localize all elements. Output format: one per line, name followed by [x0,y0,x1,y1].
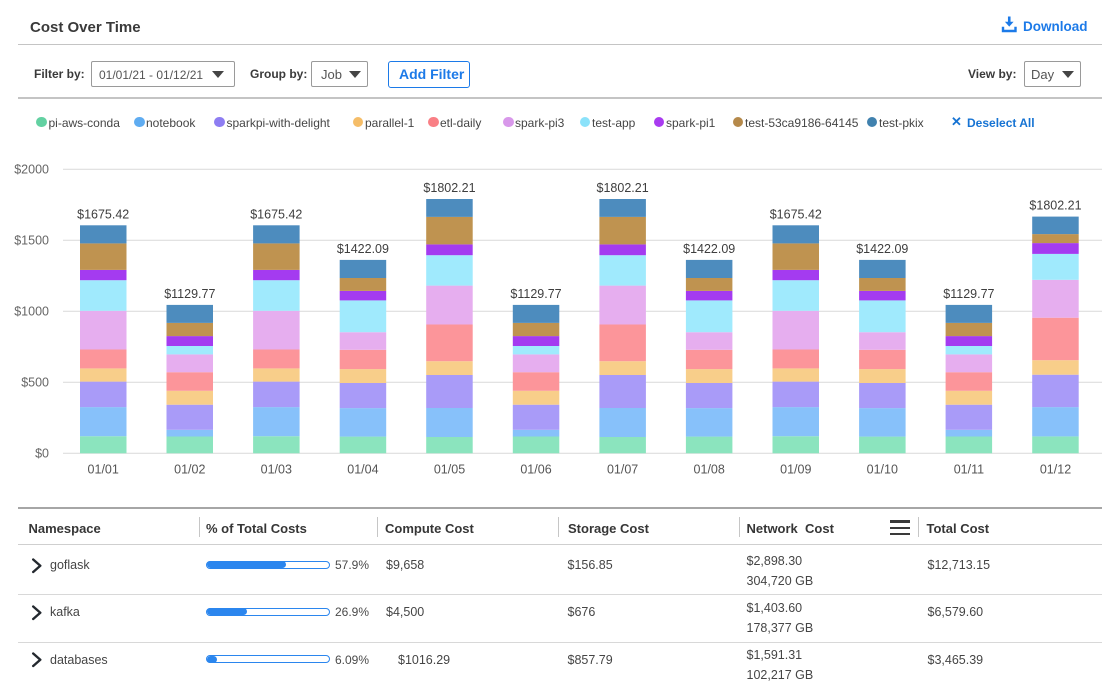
svg-text:01/07: 01/07 [607,463,638,477]
svg-text:$1129.77: $1129.77 [943,287,994,301]
svg-text:$1422.09: $1422.09 [856,242,908,256]
svg-text:$1802.21: $1802.21 [597,181,649,195]
svg-text:$1422.09: $1422.09 [683,242,735,256]
svg-text:$1000: $1000 [14,305,49,319]
svg-text:01/08: 01/08 [694,463,725,477]
svg-text:01/05: 01/05 [434,463,465,477]
svg-text:$2000: $2000 [14,162,49,176]
svg-text:$1802.21: $1802.21 [1029,199,1081,213]
svg-text:$1675.42: $1675.42 [770,207,822,221]
svg-text:$1500: $1500 [14,233,49,247]
svg-text:01/04: 01/04 [347,463,378,477]
svg-text:01/02: 01/02 [174,463,205,477]
svg-text:01/12: 01/12 [1040,463,1071,477]
svg-text:$1422.09: $1422.09 [337,242,389,256]
svg-text:$1802.21: $1802.21 [423,181,475,195]
svg-text:$1675.42: $1675.42 [250,207,302,221]
svg-text:01/09: 01/09 [780,463,811,477]
svg-text:01/11: 01/11 [954,463,984,477]
svg-text:$1129.77: $1129.77 [510,287,561,301]
svg-text:$500: $500 [21,376,49,390]
svg-text:01/03: 01/03 [261,463,292,477]
svg-text:$1129.77: $1129.77 [164,287,215,301]
svg-text:$0: $0 [35,447,49,461]
svg-text:01/10: 01/10 [867,463,898,477]
svg-text:01/01: 01/01 [88,463,119,477]
svg-text:01/06: 01/06 [520,463,551,477]
svg-text:$1675.42: $1675.42 [77,207,129,221]
